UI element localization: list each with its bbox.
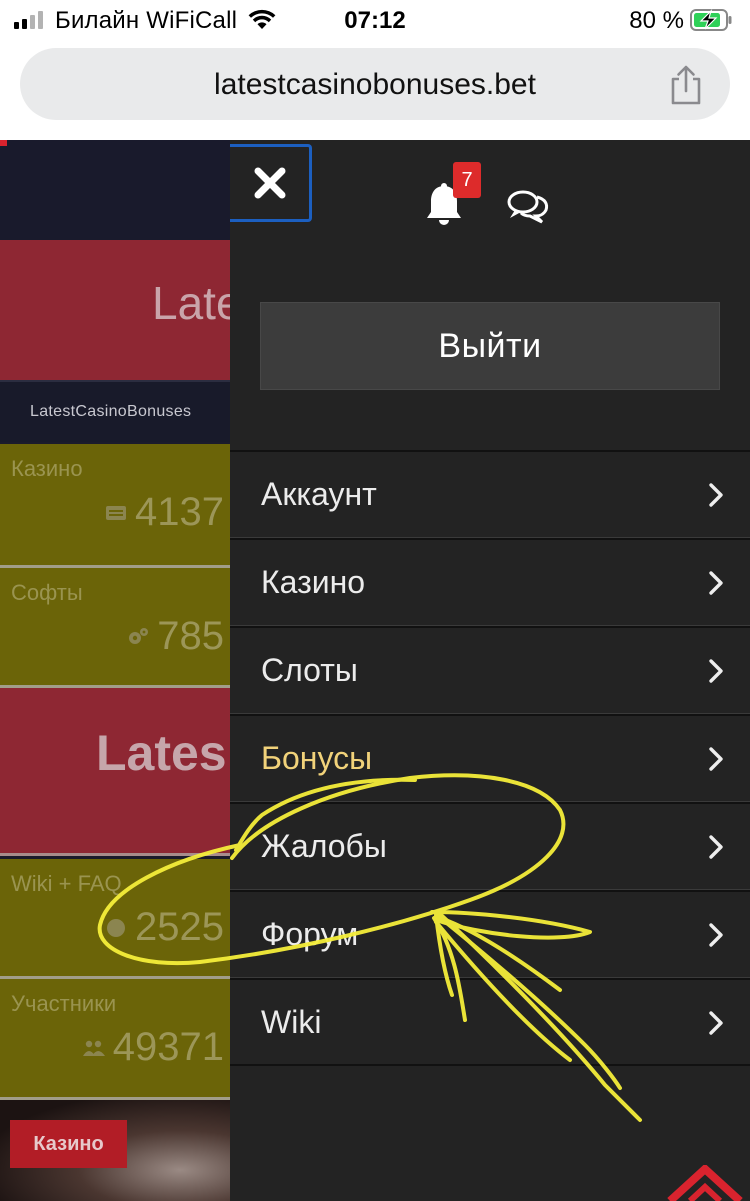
- stat-card-wiki[interactable]: Wiki + FAQ 2525: [0, 859, 230, 979]
- stat-label: Софты: [11, 580, 83, 605]
- chat-icon[interactable]: [506, 188, 550, 224]
- question-icon: [107, 918, 126, 937]
- site-logo-icon: [667, 1165, 743, 1201]
- chevron-right-icon: [709, 659, 723, 683]
- red-accent: [0, 140, 7, 146]
- status-bar: Билайн WiFiCall 07:12 80 %: [0, 0, 750, 42]
- close-icon: [254, 167, 285, 199]
- hero-banner: Lates: [0, 240, 230, 380]
- side-drawer: 7 Выйти Аккаунт Казино Слоты Бонусы Жало…: [230, 140, 750, 1201]
- menu-item-wiki[interactable]: Wiki: [230, 978, 750, 1066]
- stat-value-row: 49371: [82, 1025, 224, 1070]
- background-page: Lates LatestCasinoBonuses Казино 4137 Со…: [0, 140, 230, 1201]
- casino-badge[interactable]: Казино: [10, 1120, 127, 1168]
- hero2-title: Lates: [96, 725, 227, 781]
- share-icon[interactable]: [668, 64, 704, 106]
- stat-label: Wiki + FAQ: [11, 871, 122, 896]
- stat-card-members[interactable]: Участники 49371: [0, 979, 230, 1100]
- menu-item-label: Казино: [261, 564, 366, 600]
- menu-item-account[interactable]: Аккаунт: [230, 450, 750, 538]
- stat-value: 49371: [112, 1025, 224, 1069]
- stat-value-row: 4137: [105, 490, 224, 535]
- stat-value-row: 785: [127, 614, 224, 659]
- hero-title: Lates: [152, 277, 230, 329]
- notification-count-badge: 7: [453, 162, 481, 198]
- battery-percent: 80 %: [629, 7, 684, 34]
- chevron-right-icon: [709, 571, 723, 595]
- menu-item-bonuses[interactable]: Бонусы: [230, 714, 750, 802]
- stat-value-row: 2525: [105, 905, 224, 950]
- battery-charging-icon: [690, 9, 732, 31]
- menu-item-label: Форум: [261, 916, 359, 952]
- chevron-right-icon: [709, 747, 723, 771]
- menu-item-label: Wiki: [261, 1004, 322, 1040]
- menu-item-casino[interactable]: Казино: [230, 538, 750, 626]
- stat-label: Участники: [11, 991, 117, 1016]
- menu-item-label: Жалобы: [261, 828, 387, 864]
- site-tab[interactable]: LatestCasinoBonuses: [0, 380, 230, 442]
- drawer-menu: Аккаунт Казино Слоты Бонусы Жалобы Форум…: [230, 450, 750, 1066]
- stat-card-casinos[interactable]: Казино 4137: [0, 444, 230, 568]
- stat-value: 4137: [135, 490, 224, 534]
- chevron-right-icon: [709, 923, 723, 947]
- site-tab-label: LatestCasinoBonuses: [30, 403, 192, 420]
- close-button[interactable]: [230, 144, 312, 222]
- url-text: latestcasinobonuses.bet: [214, 68, 536, 101]
- menu-item-complaints[interactable]: Жалобы: [230, 802, 750, 890]
- chevron-right-icon: [709, 835, 723, 859]
- menu-item-forum[interactable]: Форум: [230, 890, 750, 978]
- logout-button[interactable]: Выйти: [260, 302, 720, 390]
- gears-icon: [129, 627, 149, 644]
- menu-item-slots[interactable]: Слоты: [230, 626, 750, 714]
- stat-card-softs[interactable]: Софты 785: [0, 568, 230, 688]
- stat-label: Казино: [11, 456, 83, 481]
- stat-value: 2525: [135, 905, 224, 949]
- stat-value: 785: [157, 614, 224, 658]
- site-header: [0, 140, 230, 240]
- menu-item-label: Слоты: [261, 652, 358, 688]
- chevron-right-icon: [709, 483, 723, 507]
- browser-address-bar: latestcasinobonuses.bet: [0, 42, 750, 140]
- menu-item-label: Аккаунт: [261, 476, 377, 512]
- users-icon: [82, 1040, 105, 1056]
- hero-banner-secondary: Lates: [0, 688, 230, 856]
- menu-item-label: Бонусы: [261, 740, 373, 776]
- chevron-right-icon: [709, 1011, 723, 1035]
- list-icon: [106, 505, 127, 520]
- url-field[interactable]: latestcasinobonuses.bet: [20, 48, 730, 120]
